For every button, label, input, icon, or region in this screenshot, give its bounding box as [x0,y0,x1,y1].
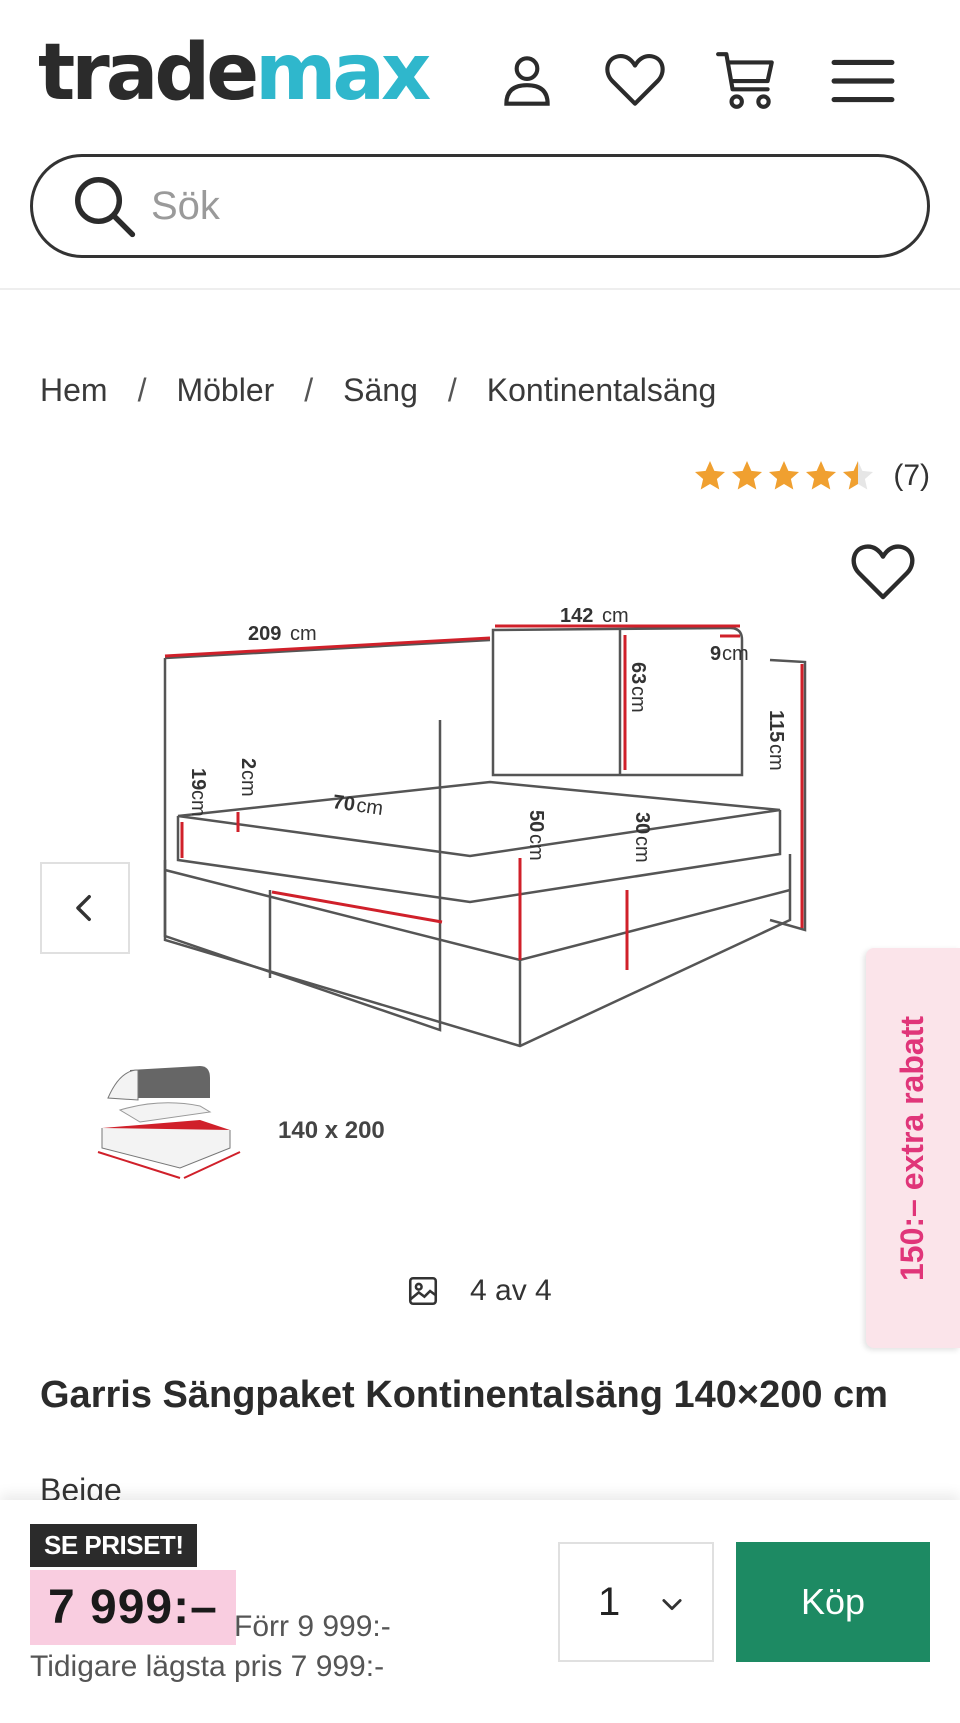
rating-count: (7) [893,459,930,492]
breadcrumb-separator: / [137,372,147,408]
gallery-counter-text: 4 av 4 [470,1274,552,1307]
bed-size-icon [97,1066,241,1179]
star-full-icon [806,461,837,490]
svg-text:cm: cm [631,836,653,863]
site-header: trademax [0,0,960,290]
chevron-down-icon [662,1599,682,1611]
breadcrumb-separator: / [447,372,457,408]
dim-total-height-label: 115 [765,710,787,742]
star-full-icon [732,461,763,490]
dim-bed-height-label: 50 [525,810,547,832]
quantity-select[interactable]: 1 [558,1542,714,1662]
dim-box-depth-label: 70 [331,791,356,816]
product-title: Garris Sängpaket Kontinentalsäng 140×200… [40,1374,888,1416]
breadcrumb-separator: / [304,372,314,408]
image-icon [408,1276,438,1306]
logo-text-max: max [255,28,431,118]
price-badge: SE PRISET! [30,1524,198,1567]
search-bar[interactable] [30,154,930,258]
search-input[interactable] [151,183,851,229]
svg-text:cm: cm [237,770,259,797]
dim-headboard-depth-label: 9 [710,643,721,665]
svg-text:cm: cm [722,643,749,665]
star-half-icon [843,461,874,490]
gallery-counter: 4 av 4 [406,1274,552,1308]
svg-text:cm: cm [187,790,209,817]
search-icon[interactable] [69,171,139,241]
breadcrumb-item-mobler[interactable]: Möbler [176,372,274,409]
lowest-price-note: Tidigare lägsta pris 7 999:- [30,1650,385,1683]
breadcrumb-item-sang[interactable]: Säng [343,372,418,409]
rating-stars [692,458,877,494]
svg-text:cm: cm [525,834,547,861]
dim-headboard-height-label: 63 [627,662,649,684]
product-rating[interactable]: (7) [692,458,930,494]
cart-icon[interactable] [712,46,782,116]
previous-price: Förr 9 999:- [234,1610,391,1643]
breadcrumb-item-hem[interactable]: Hem [40,372,108,409]
favorite-heart-icon[interactable] [848,538,918,608]
svg-text:cm: cm [602,605,629,627]
gallery-prev-button[interactable] [40,862,130,954]
svg-text:cm: cm [290,623,317,645]
dim-base-height-label: 30 [631,812,653,834]
menu-icon[interactable] [828,46,898,116]
extra-discount-label: 150:– extra rabatt [894,1015,931,1281]
star-full-icon [769,461,800,490]
trademax-logo[interactable]: trademax [38,34,431,112]
bed-size-label: 140 x 200 [278,1117,385,1144]
breadcrumb: Hem / Möbler / Säng / Kontinentalsäng [40,372,716,409]
breadcrumb-item-kontinentalsang[interactable]: Kontinentalsäng [487,372,717,409]
product-dimension-image: 209 cm 142 cm 63cm 9 cm 115cm 19cm 2cm 7… [97,605,807,1179]
quantity-value: 1 [598,1579,621,1624]
extra-discount-tab[interactable]: 150:– extra rabatt [866,948,960,1348]
dim-length-label: 209 [248,623,281,645]
current-price: 7 999:– [30,1570,236,1645]
svg-text:cm: cm [355,795,384,820]
dim-mattress-top-label: 2 [237,758,259,769]
svg-text:cm: cm [627,686,649,713]
buy-button[interactable]: Köp [736,1542,930,1662]
heart-icon[interactable] [600,46,670,116]
svg-text:cm: cm [765,744,787,771]
logo-text-trade: trade [38,28,259,118]
star-full-icon [695,461,726,490]
dim-mattress-side-label: 19 [187,768,209,790]
chevron-left-icon [76,894,91,922]
dim-width-label: 142 [560,605,593,627]
purchase-bar: SE PRISET! 7 999:– Förr 9 999:- Tidigare… [0,1500,960,1723]
user-icon[interactable] [492,46,562,116]
